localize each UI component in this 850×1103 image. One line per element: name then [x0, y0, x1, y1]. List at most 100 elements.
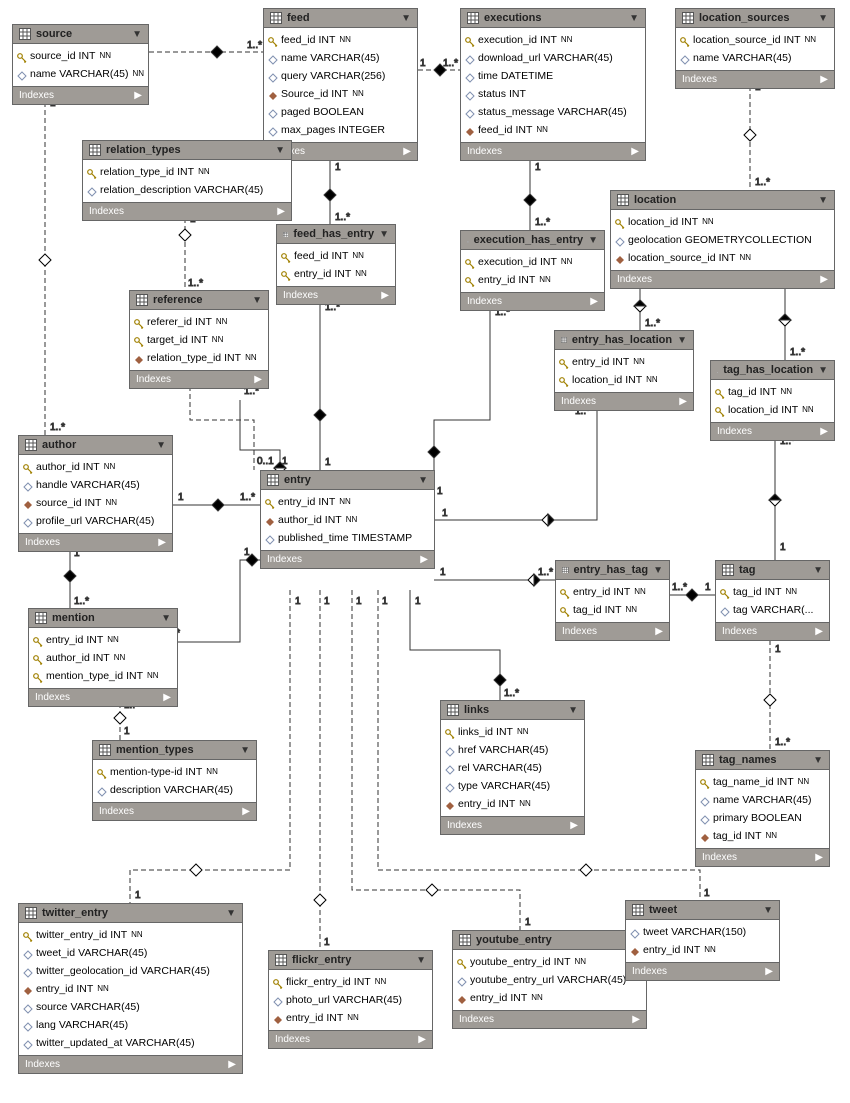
table-mention_types[interactable]: mention_types▼mention-type-id INTNNdescr… — [92, 740, 257, 821]
collapse-icon[interactable]: ▼ — [813, 755, 823, 766]
table-header[interactable]: entry▼ — [261, 471, 434, 490]
expand-icon[interactable]: ▶ — [679, 396, 687, 407]
expand-icon[interactable]: ▶ — [418, 1034, 426, 1045]
expand-icon[interactable]: ▶ — [820, 274, 828, 285]
indexes-section[interactable]: Indexes▶ — [676, 70, 834, 88]
table-header[interactable]: flickr_entry▼ — [269, 951, 432, 970]
expand-icon[interactable]: ▶ — [815, 852, 823, 863]
table-tag[interactable]: tag▼tag_id INTNNtag VARCHAR(...Indexes▶ — [715, 560, 830, 641]
collapse-icon[interactable]: ▼ — [818, 365, 828, 376]
indexes-section[interactable]: Indexes▶ — [277, 286, 395, 304]
collapse-icon[interactable]: ▼ — [161, 613, 171, 624]
expand-icon[interactable]: ▶ — [570, 820, 578, 831]
table-header[interactable]: mention_types▼ — [93, 741, 256, 760]
collapse-icon[interactable]: ▼ — [763, 905, 773, 916]
table-location_sources[interactable]: location_sources▼location_source_id INTN… — [675, 8, 835, 89]
indexes-section[interactable]: Indexes▶ — [269, 1030, 432, 1048]
collapse-icon[interactable]: ▼ — [418, 475, 428, 486]
collapse-icon[interactable]: ▼ — [275, 145, 285, 156]
table-header[interactable]: author▼ — [19, 436, 172, 455]
table-header[interactable]: location▼ — [611, 191, 834, 210]
table-header[interactable]: entry_has_location▼ — [555, 331, 693, 350]
indexes-section[interactable]: Indexes▶ — [130, 370, 268, 388]
collapse-icon[interactable]: ▼ — [629, 13, 639, 24]
collapse-icon[interactable]: ▼ — [568, 705, 578, 716]
collapse-icon[interactable]: ▼ — [252, 295, 262, 306]
indexes-section[interactable]: Indexes▶ — [19, 1055, 242, 1073]
expand-icon[interactable]: ▶ — [381, 290, 389, 301]
table-header[interactable]: tag_has_location▼ — [711, 361, 834, 380]
collapse-icon[interactable]: ▼ — [677, 335, 687, 346]
table-header[interactable]: feed_has_entry▼ — [277, 225, 395, 244]
table-links[interactable]: links▼links_id INTNNhref VARCHAR(45)rel … — [440, 700, 585, 835]
indexes-section[interactable]: Indexes▶ — [716, 622, 829, 640]
indexes-section[interactable]: Indexes▶ — [555, 392, 693, 410]
expand-icon[interactable]: ▶ — [820, 426, 828, 437]
indexes-section[interactable]: Indexes▶ — [626, 962, 779, 980]
expand-icon[interactable]: ▶ — [815, 626, 823, 637]
expand-icon[interactable]: ▶ — [820, 74, 828, 85]
table-header[interactable]: feed▼ — [264, 9, 417, 28]
collapse-icon[interactable]: ▼ — [588, 235, 598, 246]
table-header[interactable]: location_sources▼ — [676, 9, 834, 28]
expand-icon[interactable]: ▶ — [228, 1059, 236, 1070]
expand-icon[interactable]: ▶ — [765, 966, 773, 977]
expand-icon[interactable]: ▶ — [158, 537, 166, 548]
table-header[interactable]: tweet▼ — [626, 901, 779, 920]
table-header[interactable]: source▼ — [13, 25, 148, 44]
table-reference[interactable]: reference▼referer_id INTNNtarget_id INTN… — [129, 290, 269, 389]
expand-icon[interactable]: ▶ — [163, 692, 171, 703]
table-header[interactable]: links▼ — [441, 701, 584, 720]
table-header[interactable]: youtube_entry▼ — [453, 931, 646, 950]
table-relation_types[interactable]: relation_types▼relation_type_id INTNNrel… — [82, 140, 292, 221]
table-feed[interactable]: feed▼feed_id INTNNname VARCHAR(45)query … — [263, 8, 418, 161]
table-tweet[interactable]: tweet▼tweet VARCHAR(150)entry_id INTNNIn… — [625, 900, 780, 981]
indexes-section[interactable]: Indexes▶ — [696, 848, 829, 866]
collapse-icon[interactable]: ▼ — [653, 565, 663, 576]
expand-icon[interactable]: ▶ — [242, 806, 250, 817]
collapse-icon[interactable]: ▼ — [401, 13, 411, 24]
table-header[interactable]: tag_names▼ — [696, 751, 829, 770]
collapse-icon[interactable]: ▼ — [240, 745, 250, 756]
table-executions[interactable]: executions▼execution_id INTNNdownload_ur… — [460, 8, 646, 161]
table-youtube_entry[interactable]: youtube_entry▼youtube_entry_id INTNNyout… — [452, 930, 647, 1029]
indexes-section[interactable]: Indexes▶ — [29, 688, 177, 706]
expand-icon[interactable]: ▶ — [632, 1014, 640, 1025]
collapse-icon[interactable]: ▼ — [818, 13, 828, 24]
collapse-icon[interactable]: ▼ — [818, 195, 828, 206]
expand-icon[interactable]: ▶ — [277, 206, 285, 217]
indexes-section[interactable]: Indexes▶ — [453, 1010, 646, 1028]
indexes-section[interactable]: Indexes▶ — [711, 422, 834, 440]
table-twitter_entry[interactable]: twitter_entry▼twitter_entry_id INTNNtwee… — [18, 903, 243, 1074]
table-flickr_entry[interactable]: flickr_entry▼flickr_entry_id INTNNphoto_… — [268, 950, 433, 1049]
expand-icon[interactable]: ▶ — [134, 90, 142, 101]
table-source[interactable]: source▼source_id INTNNname VARCHAR(45)NN… — [12, 24, 149, 105]
table-location[interactable]: location▼location_id INTNNgeolocation GE… — [610, 190, 835, 289]
collapse-icon[interactable]: ▼ — [813, 565, 823, 576]
table-entry_has_location[interactable]: entry_has_location▼entry_id INTNNlocatio… — [554, 330, 694, 411]
indexes-section[interactable]: Indexes▶ — [461, 142, 645, 160]
table-header[interactable]: relation_types▼ — [83, 141, 291, 160]
table-header[interactable]: tag▼ — [716, 561, 829, 580]
indexes-section[interactable]: Indexes▶ — [611, 270, 834, 288]
expand-icon[interactable]: ▶ — [631, 146, 639, 157]
table-header[interactable]: twitter_entry▼ — [19, 904, 242, 923]
table-tag_has_location[interactable]: tag_has_location▼tag_id INTNNlocation_id… — [710, 360, 835, 441]
indexes-section[interactable]: Indexes▶ — [13, 86, 148, 104]
expand-icon[interactable]: ▶ — [590, 296, 598, 307]
indexes-section[interactable]: Indexes▶ — [441, 816, 584, 834]
expand-icon[interactable]: ▶ — [254, 374, 262, 385]
indexes-section[interactable]: Indexes▶ — [93, 802, 256, 820]
collapse-icon[interactable]: ▼ — [132, 29, 142, 40]
collapse-icon[interactable]: ▼ — [416, 955, 426, 966]
collapse-icon[interactable]: ▼ — [226, 908, 236, 919]
table-entry_has_tag[interactable]: entry_has_tag▼entry_id INTNNtag_id INTNN… — [555, 560, 670, 641]
table-header[interactable]: executions▼ — [461, 9, 645, 28]
indexes-section[interactable]: Indexes▶ — [461, 292, 604, 310]
expand-icon[interactable]: ▶ — [403, 146, 411, 157]
table-header[interactable]: mention▼ — [29, 609, 177, 628]
table-header[interactable]: execution_has_entry▼ — [461, 231, 604, 250]
table-tag_names[interactable]: tag_names▼tag_name_id INTNNname VARCHAR(… — [695, 750, 830, 867]
indexes-section[interactable]: Indexes▶ — [83, 202, 291, 220]
table-entry[interactable]: entry▼entry_id INTNNauthor_id INTNNpubli… — [260, 470, 435, 569]
